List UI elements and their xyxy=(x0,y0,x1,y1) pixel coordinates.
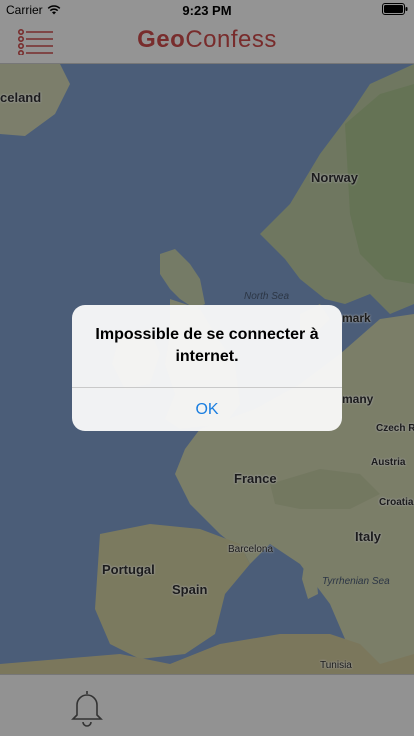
ok-button[interactable]: OK xyxy=(72,388,342,431)
alert-message: Impossible de se connecter à internet. xyxy=(95,326,319,365)
alert-dialog: Impossible de se connecter à internet. O… xyxy=(72,305,342,431)
